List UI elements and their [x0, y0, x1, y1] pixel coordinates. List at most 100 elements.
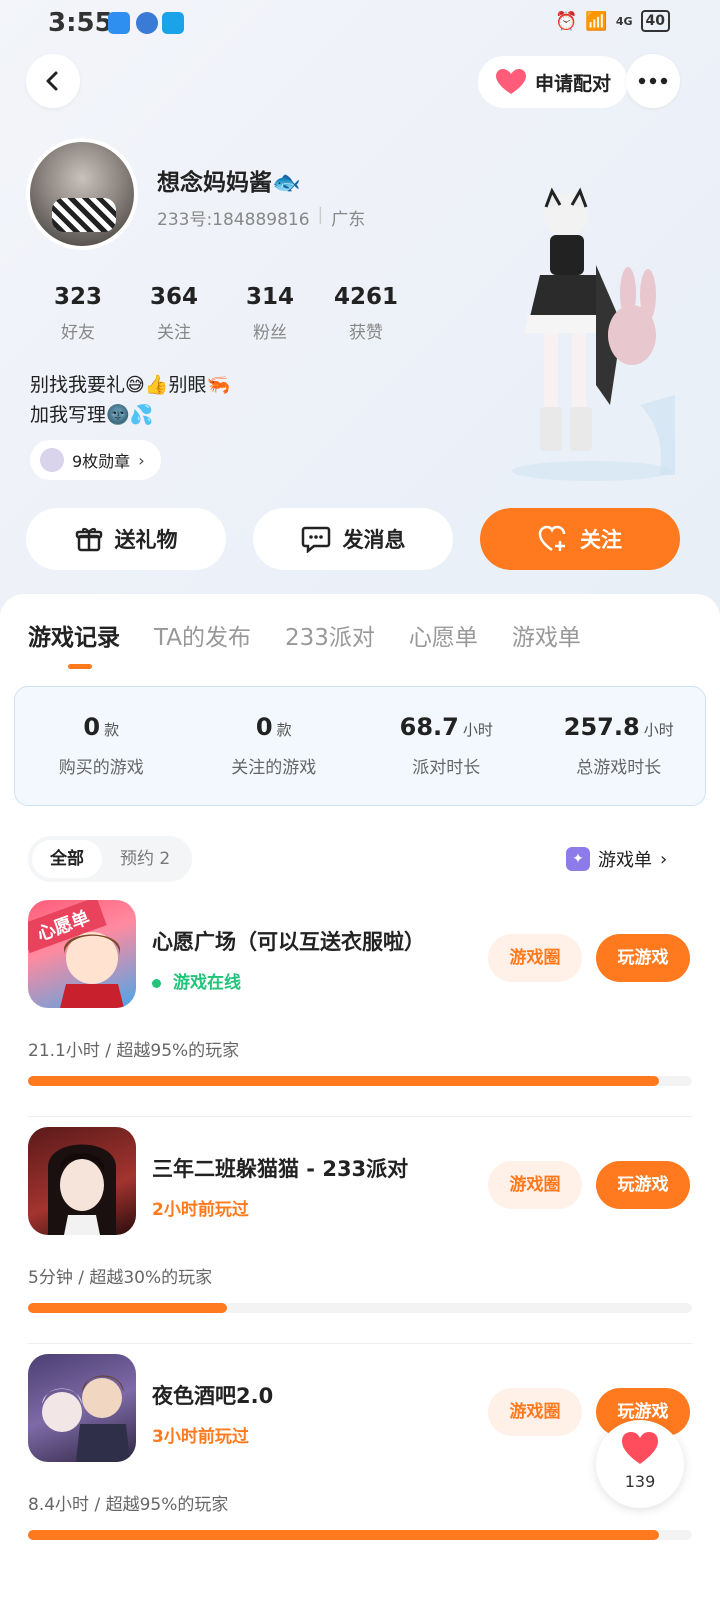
medal-button[interactable]: 9枚勋章 ›: [30, 440, 161, 480]
play-game-button[interactable]: 玩游戏: [596, 1161, 690, 1209]
avatar[interactable]: [26, 138, 138, 250]
stat-label: 粉丝: [253, 323, 287, 343]
summary-unit: 小时: [462, 721, 493, 739]
game-circle-button[interactable]: 游戏圈: [488, 934, 582, 982]
filter-segment: 全部 预约 2: [28, 836, 193, 882]
summary-total-time: 257.8 小时 总游戏时长: [533, 687, 706, 805]
more-button[interactable]: [626, 54, 680, 108]
summary-label: 派对时长: [412, 758, 481, 778]
user-id-line: 233号:184889816 | 广东: [157, 205, 365, 230]
summary-unit: 款: [104, 721, 120, 739]
game-icon[interactable]: [28, 1354, 136, 1462]
playtime-progress-fill: [28, 1530, 659, 1540]
stat-fans[interactable]: 314 粉丝: [222, 284, 318, 343]
id-separator: |: [317, 205, 324, 225]
apply-pair-button[interactable]: 申请配对: [478, 56, 628, 108]
tab-233-party[interactable]: 233派对: [285, 618, 375, 652]
game-title[interactable]: 三年二班躲猫猫 - 233派对: [152, 1153, 408, 1183]
summary-value: 257.8: [563, 713, 640, 741]
heart-plus-icon: [538, 525, 566, 552]
summary-unit: 小时: [643, 721, 674, 739]
send-gift-button[interactable]: 送礼物: [26, 508, 226, 570]
user-id: 233号:184889816: [157, 210, 310, 230]
summary-unit: 款: [276, 721, 292, 739]
back-arrow-icon: [46, 71, 58, 91]
active-tab-indicator: [68, 664, 92, 669]
game-icon-character: [60, 932, 124, 1008]
search-notification-icon: [162, 12, 184, 34]
stat-value: 323: [53, 284, 102, 310]
send-message-label: 发消息: [342, 528, 406, 552]
game-playtime: 8.4小时 / 超越95%的玩家: [28, 1495, 229, 1515]
game-playtime: 21.1小时 / 超越95%的玩家: [28, 1041, 240, 1061]
tab-posts[interactable]: TA的发布: [154, 618, 251, 652]
game-icon[interactable]: [28, 1127, 136, 1235]
playtime-progress-track: [28, 1076, 692, 1086]
game-title[interactable]: 夜色酒吧2.0: [152, 1380, 273, 1410]
tab-game-list[interactable]: 游戏单: [512, 618, 581, 652]
playtime-progress-track: [28, 1303, 692, 1313]
send-message-button[interactable]: 发消息: [253, 508, 453, 570]
send-gift-label: 送礼物: [114, 528, 178, 552]
game-playtime: 5分钟 / 超越30%的玩家: [28, 1268, 213, 1288]
game-status: 2小时前玩过: [152, 1200, 249, 1220]
like-count: 139: [624, 1472, 656, 1491]
bio-line: 别找我要礼😅👍别眼🦐: [30, 374, 231, 396]
stat-label: 好友: [61, 323, 95, 343]
stat-likes[interactable]: 4261 获赞: [318, 284, 414, 343]
tab-wishlist[interactable]: 心愿单: [409, 618, 478, 652]
apply-pair-label: 申请配对: [534, 72, 611, 95]
playtime-progress-track: [28, 1530, 692, 1540]
user-name: 想念妈妈酱🐟: [157, 170, 301, 196]
bio-line: 加我写理🌚💦: [30, 404, 154, 426]
play-game-button[interactable]: 玩游戏: [596, 934, 690, 982]
game-list-label: 游戏单: [598, 850, 652, 871]
summary-purchased: 0 款购买的游戏: [15, 687, 188, 805]
game-circle-button[interactable]: 游戏圈: [488, 1161, 582, 1209]
tab-game-records[interactable]: 游戏记录: [28, 618, 120, 652]
medal-label: 9枚勋章: [72, 452, 131, 471]
game-title[interactable]: 心愿广场（可以互送衣服啦）: [152, 926, 425, 956]
stat-label: 获赞: [349, 323, 383, 343]
stat-following[interactable]: 364 关注: [126, 284, 222, 343]
game-status: 游戏在线: [152, 968, 241, 993]
floating-like-button[interactable]: 139: [596, 1420, 684, 1508]
summary-label: 购买的游戏: [58, 758, 144, 778]
follow-button[interactable]: 关注: [480, 508, 680, 570]
filter-all[interactable]: 全部: [32, 840, 102, 878]
stat-value: 314: [245, 284, 294, 310]
playtime-progress-fill: [28, 1076, 659, 1086]
more-dots-icon: [638, 77, 668, 85]
game-icon-character: [42, 1375, 130, 1462]
game-list-link[interactable]: ✦ 游戏单 ›: [566, 846, 667, 872]
stats-row: 323 好友 364 关注 314 粉丝 4261 获赞: [30, 284, 414, 343]
playtime-progress-fill: [28, 1303, 228, 1313]
stat-label: 关注: [157, 323, 191, 343]
filter-reserve[interactable]: 预约 2: [102, 840, 188, 878]
user-location: 广东: [331, 210, 366, 230]
profile-tabs: 游戏记录 TA的发布 233派对 心愿单 游戏单: [28, 618, 581, 652]
online-dot-icon: [152, 978, 161, 988]
game-circle-button[interactable]: 游戏圈: [488, 1388, 582, 1436]
user-bio: 别找我要礼😅👍别眼🦐 加我写理🌚💦: [30, 370, 230, 430]
gift-icon: [75, 528, 102, 552]
game-icon[interactable]: 心愿单: [28, 900, 136, 1008]
summary-value: 0: [83, 713, 101, 741]
game-status: 3小时前玩过: [152, 1427, 249, 1447]
stat-value: 364: [149, 284, 198, 310]
summary-value: 68.7: [399, 713, 459, 741]
message-icon: [301, 526, 330, 553]
network-type: 4G: [615, 14, 633, 28]
summary-label: 关注的游戏: [231, 758, 317, 778]
alarm-icon: ⏰: [554, 10, 578, 32]
heart-icon: [495, 69, 526, 94]
summary-followed: 0 款关注的游戏: [188, 687, 361, 805]
app-notification-icon: [108, 12, 130, 34]
stat-friends[interactable]: 323 好友: [30, 284, 126, 343]
medal-icon: [40, 448, 64, 472]
sparkle-icon: ✦: [566, 847, 590, 871]
heart-icon: [622, 1432, 658, 1464]
game-status-text: 游戏在线: [173, 973, 241, 993]
game-row: 心愿单 心愿广场（可以互送衣服啦） 游戏在线 游戏圈 玩游戏 21.1小时 / …: [0, 900, 720, 1130]
back-button[interactable]: [26, 54, 80, 108]
